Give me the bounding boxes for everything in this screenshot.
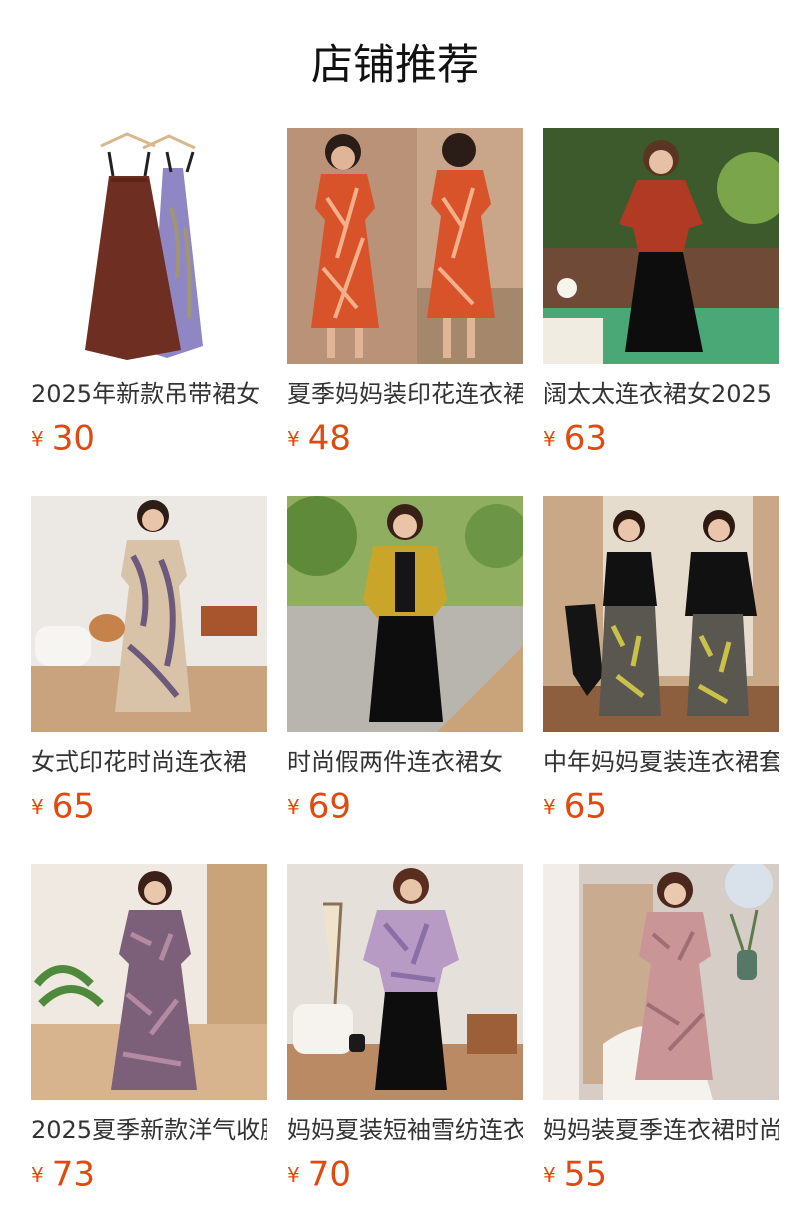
price-amount: 73 [51, 1154, 95, 1195]
product-card[interactable]: 夏季妈妈装印花连衣裙 ¥48 [287, 128, 523, 496]
product-name[interactable]: 时尚假两件连衣裙女 [287, 746, 523, 778]
currency-symbol: ¥ [543, 794, 556, 819]
product-image[interactable] [31, 128, 267, 364]
product-card[interactable]: 中年妈妈夏装连衣裙套装 ¥65 [543, 496, 779, 864]
price-amount: 65 [563, 786, 607, 827]
product-image[interactable] [543, 496, 779, 732]
price-amount: 55 [563, 1154, 607, 1195]
product-card[interactable]: 妈妈夏装短袖雪纺连衣裙 ¥70 [287, 864, 523, 1232]
product-grid: 2025年新款吊带裙女 ¥30 夏季妈妈装印花连衣裙 ¥ 48 阔太太连衣裙女2… [31, 128, 779, 1232]
product-card[interactable]: 时尚假两件连衣裙女 ¥69 [287, 496, 523, 864]
price-amount: 48 [307, 418, 351, 459]
product-name[interactable]: 2025年新款吊带裙女 [31, 378, 267, 410]
product-price: ¥30 [31, 418, 267, 459]
product-name[interactable]: 妈妈装夏季连衣裙时尚 [543, 1114, 779, 1146]
product-image[interactable] [543, 864, 779, 1100]
price-amount: 70 [307, 1154, 351, 1195]
product-name[interactable]: 妈妈夏装短袖雪纺连衣裙 [287, 1114, 523, 1146]
product-card[interactable]: 2025年新款吊带裙女 ¥30 [31, 128, 267, 496]
currency-symbol: ¥ [31, 426, 44, 451]
product-price: ¥65 [31, 786, 267, 827]
price-amount: 63 [563, 418, 607, 459]
product-image[interactable] [31, 864, 267, 1100]
product-image[interactable] [287, 864, 523, 1100]
product-name[interactable]: 2025夏季新款洋气收腰 [31, 1114, 267, 1146]
product-name[interactable]: 夏季妈妈装印花连衣裙 [287, 378, 523, 410]
product-card[interactable]: 2025夏季新款洋气收腰 ¥73 [31, 864, 267, 1232]
product-image[interactable] [287, 128, 523, 364]
product-name[interactable]: 阔太太连衣裙女2025 [543, 378, 779, 410]
product-card[interactable]: 女式印花时尚连衣裙 ¥65 [31, 496, 267, 864]
currency-symbol: ¥ [543, 426, 556, 451]
product-price: ¥55 [543, 1154, 779, 1195]
product-price: ¥48 [287, 418, 523, 459]
currency-symbol: ¥ [31, 1162, 44, 1187]
price-amount: 69 [307, 786, 351, 827]
currency-symbol: ¥ [287, 1162, 300, 1187]
product-name[interactable]: 中年妈妈夏装连衣裙套装 [543, 746, 779, 778]
price-amount: 65 [51, 786, 95, 827]
product-card[interactable]: 阔太太连衣裙女2025 ¥63 [543, 128, 779, 496]
product-price: ¥70 [287, 1154, 523, 1195]
product-price: ¥65 [543, 786, 779, 827]
currency-symbol: ¥ [287, 794, 300, 819]
currency-symbol: ¥ [287, 426, 300, 451]
product-price: ¥73 [31, 1154, 267, 1195]
product-name[interactable]: 女式印花时尚连衣裙 [31, 746, 267, 778]
product-price: ¥69 [287, 786, 523, 827]
currency-symbol: ¥ [543, 1162, 556, 1187]
product-image[interactable] [543, 128, 779, 364]
product-card[interactable]: 妈妈装夏季连衣裙时尚 ¥55 [543, 864, 779, 1232]
currency-symbol: ¥ [31, 794, 44, 819]
price-amount: 30 [51, 418, 95, 459]
page-title: 店铺推荐 [310, 40, 479, 89]
product-price: ¥63 [543, 418, 779, 459]
product-image[interactable] [31, 496, 267, 732]
product-image[interactable] [287, 496, 523, 732]
